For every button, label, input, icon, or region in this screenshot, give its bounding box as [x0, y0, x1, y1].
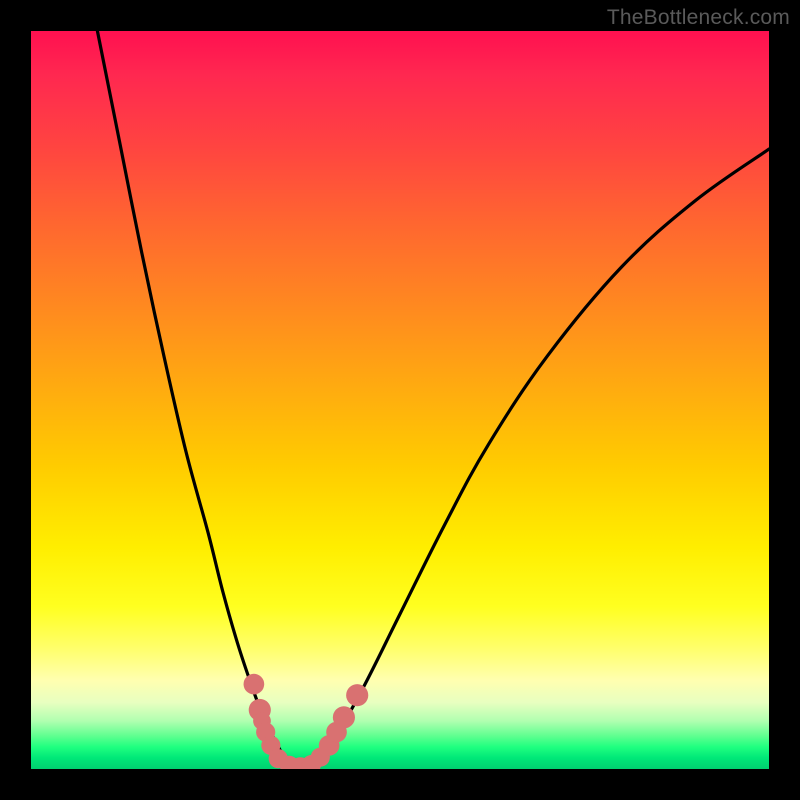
curve-marker: [253, 712, 271, 730]
curve-marker: [291, 757, 310, 769]
curve-markers: [244, 674, 369, 769]
plot-area: [31, 31, 769, 769]
curve-marker: [269, 749, 288, 768]
bottleneck-curve: [97, 31, 769, 767]
curve-marker: [302, 755, 321, 769]
watermark-text: TheBottleneck.com: [607, 6, 790, 30]
chart-container: TheBottleneck.com: [0, 0, 800, 800]
curve-marker: [333, 706, 355, 728]
curve-marker: [244, 674, 265, 695]
curve-marker: [280, 756, 299, 769]
curve-marker: [319, 735, 340, 756]
curve-marker: [326, 722, 347, 743]
chart-svg: [31, 31, 769, 769]
curve-marker: [249, 699, 271, 721]
curve-marker: [256, 723, 275, 742]
curve-marker: [346, 684, 368, 706]
curve-marker: [311, 748, 330, 767]
curve-marker: [261, 736, 280, 755]
